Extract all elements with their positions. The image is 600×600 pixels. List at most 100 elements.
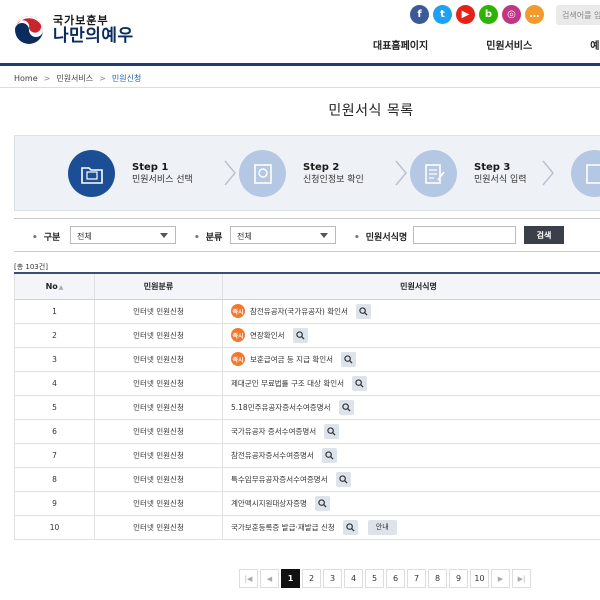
more-icon[interactable]: … [525, 5, 544, 24]
step-number: Step 3 [474, 161, 511, 173]
page-button[interactable]: 1 [281, 569, 300, 588]
form-name-link[interactable]: 참전유공자(국가유공자) 확인서 [250, 306, 348, 317]
step-4 [571, 150, 600, 197]
category-select-value: 전체 [237, 232, 252, 241]
column-header-category: 민원분류 [94, 272, 223, 300]
row-category: 인터넷 민원신청 [94, 347, 223, 372]
row-form-name: 계안맥시지원대상자증명 [222, 491, 600, 516]
main-nav: 대표홈페이지 민원서비스 예 [373, 37, 600, 52]
logo-ministry-name: 국가보훈부 [53, 14, 109, 27]
chevron-right-icon: > [43, 74, 51, 83]
document-check-icon [571, 150, 600, 197]
form-name-link[interactable]: 제대군인 무료법률 구조 대상 확인서 [231, 378, 344, 389]
next-page-icon[interactable]: ▶ [491, 569, 510, 588]
form-name-link[interactable]: 국가보훈등록증 발급·재발급 신청 [231, 522, 335, 533]
taegeuk-logo-icon [14, 15, 44, 45]
row-category: 인터넷 민원신청 [94, 467, 223, 492]
column-header-no[interactable]: No▲ [14, 272, 95, 300]
header-search-input[interactable]: 검색어를 입력 [556, 5, 600, 25]
form-name-link[interactable]: 특수임무유공자증서수여증명서 [231, 474, 328, 485]
category-select[interactable]: 전체 [230, 226, 336, 244]
page-button[interactable]: 5 [365, 569, 384, 588]
prev-page-icon[interactable]: ◀ [260, 569, 279, 588]
sort-icon[interactable]: ▲ [59, 284, 64, 291]
row-form-name: 특수임무유공자증서수여증명서 [222, 467, 600, 492]
row-number: 4 [14, 371, 95, 396]
column-header-form-name: 민원서식명 [222, 272, 600, 300]
facebook-icon[interactable]: f [410, 5, 429, 24]
header-divider [0, 63, 600, 66]
last-page-icon[interactable]: ▶| [512, 569, 531, 588]
folder-document-icon [68, 150, 115, 197]
search-icon[interactable] [324, 423, 340, 439]
form-name-link[interactable]: 5.18민주유공자증서수여증명서 [231, 402, 331, 413]
page-button[interactable]: 3 [323, 569, 342, 588]
row-number: 7 [14, 443, 95, 468]
breadcrumb-home[interactable]: Home [14, 74, 38, 83]
step-1: Step 1 민원서비스 선택 [68, 150, 193, 197]
search-icon[interactable] [341, 351, 357, 367]
page-button[interactable]: 7 [407, 569, 426, 588]
row-number: 8 [14, 467, 95, 492]
form-name-link[interactable]: 국가유공자 증서수여증명서 [231, 426, 316, 437]
nav-item-civil-service[interactable]: 민원서비스 [486, 37, 532, 52]
table-row: 3 인터넷 민원신청 즉시 보훈급여금 등 지급 확인서 [14, 347, 600, 372]
search-icon[interactable] [355, 303, 371, 319]
search-icon[interactable] [314, 495, 330, 511]
form-name-link[interactable]: 연장확인서 [250, 330, 285, 341]
row-form-name: 제대군인 무료법률 구조 대상 확인서 [222, 371, 600, 396]
type-label: 구분 [32, 230, 61, 243]
pagination: |◀ ◀ 1 2 3 4 5 6 7 8 9 10 ▶ ▶| [239, 569, 531, 588]
twitter-icon[interactable]: t [433, 5, 452, 24]
site-logo[interactable]: 국가보훈부 나만의예우 [14, 15, 134, 45]
page-button[interactable]: 2 [302, 569, 321, 588]
nav-item-main-home[interactable]: 대표홈페이지 [373, 37, 428, 52]
sns-links: f t ▶ b ◎ … [410, 5, 544, 24]
instant-badge: 즉시 [231, 328, 245, 342]
form-name-link[interactable]: 보훈급여금 등 지급 확인서 [250, 354, 333, 365]
table-row: 10 인터넷 민원신청 국가보훈등록증 발급·재발급 신청 안내 [14, 515, 600, 540]
search-icon[interactable] [338, 399, 354, 415]
page-button[interactable]: 6 [386, 569, 405, 588]
search-icon[interactable] [342, 519, 358, 535]
chevron-right-icon [542, 160, 554, 186]
table-row: 2 인터넷 민원신청 즉시 연장확인서 [14, 323, 600, 348]
form-name-link[interactable]: 계안맥시지원대상자증명 [231, 498, 307, 509]
table-row: 8 인터넷 민원신청 특수임무유공자증서수여증명서 [14, 467, 600, 492]
blog-icon[interactable]: b [479, 5, 498, 24]
row-category: 인터넷 민원신청 [94, 395, 223, 420]
guide-button[interactable]: 안내 [367, 519, 397, 535]
search-icon[interactable] [335, 471, 351, 487]
row-category: 인터넷 민원신청 [94, 299, 223, 324]
breadcrumb-current[interactable]: 민원신청 [112, 73, 141, 84]
step-label: 신청인정보 확인 [303, 175, 364, 186]
first-page-icon[interactable]: |◀ [239, 569, 258, 588]
nav-item-third[interactable]: 예 [590, 37, 599, 52]
page-button[interactable]: 9 [449, 569, 468, 588]
row-number: 3 [14, 347, 95, 372]
category-label: 분류 [194, 230, 223, 243]
page-button[interactable]: 8 [428, 569, 447, 588]
search-icon[interactable] [292, 327, 308, 343]
row-category: 인터넷 민원신청 [94, 491, 223, 516]
search-button[interactable]: 검색 [524, 226, 564, 244]
search-icon[interactable] [352, 375, 368, 391]
type-select[interactable]: 전체 [70, 226, 176, 244]
instant-badge: 즉시 [231, 352, 245, 366]
step-2: Step 2 신청인정보 확인 [239, 150, 364, 197]
page-button[interactable]: 4 [344, 569, 363, 588]
row-number: 6 [14, 419, 95, 444]
form-name-link[interactable]: 참전유공자증서수여증명서 [231, 450, 314, 461]
form-name-input[interactable] [413, 226, 516, 244]
row-form-name: 5.18민주유공자증서수여증명서 [222, 395, 600, 420]
row-form-name: 즉시 연장확인서 [222, 323, 600, 348]
page-button[interactable]: 10 [470, 569, 489, 588]
step-indicator: Step 1 민원서비스 선택 Step 2 신청인정보 확인 Step 3 민… [14, 135, 600, 211]
search-icon[interactable] [321, 447, 337, 463]
instagram-icon[interactable]: ◎ [502, 5, 521, 24]
chevron-right-icon [224, 160, 236, 186]
id-check-icon [239, 150, 286, 197]
youtube-icon[interactable]: ▶ [456, 5, 475, 24]
row-number: 5 [14, 395, 95, 420]
breadcrumb-civil-service[interactable]: 민원서비스 [56, 73, 93, 84]
